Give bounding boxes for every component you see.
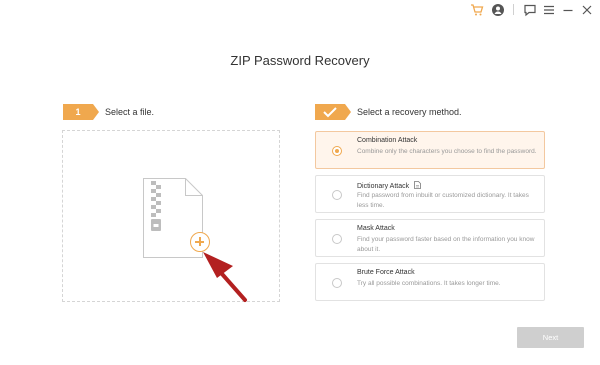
method-brute-force-attack[interactable]: Brute Force Attack Try all possible comb… <box>315 263 545 301</box>
menu-icon[interactable] <box>542 3 556 17</box>
title-bar <box>0 0 600 20</box>
minimize-icon[interactable] <box>561 3 575 17</box>
step-2-label: Select a recovery method. <box>357 107 462 117</box>
radio-button[interactable] <box>332 278 342 288</box>
pointer-arrow-icon <box>203 252 247 302</box>
step-number-badge: 1 <box>63 104 99 120</box>
document-icon <box>414 181 422 191</box>
method-description: Find your password faster based on the i… <box>357 236 535 253</box>
step-check-badge <box>315 104 351 120</box>
next-button[interactable]: Next <box>517 327 584 348</box>
account-icon[interactable] <box>491 3 505 17</box>
radio-button[interactable] <box>332 234 342 244</box>
method-description: Find password from inbuilt or customized… <box>357 192 529 209</box>
method-mask-attack[interactable]: Mask Attack Find your password faster ba… <box>315 219 545 257</box>
radio-button[interactable] <box>332 190 342 200</box>
method-title: Combination Attack <box>357 137 418 144</box>
method-combination-attack[interactable]: Combination Attack Combine only the char… <box>315 131 545 169</box>
cart-icon[interactable] <box>470 3 484 17</box>
page-title: ZIP Password Recovery <box>230 53 370 68</box>
feedback-icon[interactable] <box>523 3 537 17</box>
method-description: Combine only the characters you choose t… <box>357 148 537 155</box>
method-title: Mask Attack <box>357 225 395 232</box>
step-number: 1 <box>75 107 81 117</box>
close-icon[interactable] <box>580 3 594 17</box>
method-title: Brute Force Attack <box>357 269 415 276</box>
step-2-header: Select a recovery method. <box>315 104 462 120</box>
step-1-label: Select a file. <box>105 107 155 117</box>
radio-button[interactable] <box>332 146 342 156</box>
method-dictionary-attack[interactable]: Dictionary Attack Find password from inb… <box>315 175 545 213</box>
toolbar-divider <box>513 4 514 15</box>
method-title: Dictionary Attack <box>357 182 410 190</box>
method-description: Try all possible combinations. It takes … <box>357 280 501 287</box>
step-1-header: 1 Select a file. <box>63 104 154 120</box>
method-title-row: Dictionary Attack <box>357 181 422 191</box>
